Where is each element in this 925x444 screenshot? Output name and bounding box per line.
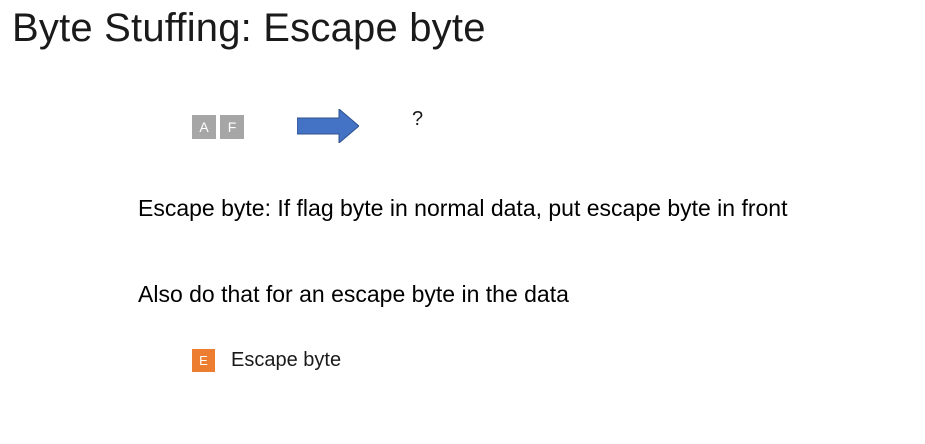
legend-label: Escape byte <box>231 349 342 371</box>
data-byte: F <box>220 115 244 139</box>
paragraph-escape-rule: Escape byte: If flag byte in normal data… <box>138 195 788 221</box>
right-arrow-icon <box>297 109 359 143</box>
slide-title: Byte Stuffing: Escape byte <box>12 6 486 50</box>
escape-byte-swatch: E <box>192 349 215 372</box>
paragraph-escape-escape: Also do that for an escape byte in the d… <box>138 281 569 307</box>
slide: Byte Stuffing: Escape byte A F ? Escape … <box>0 0 925 444</box>
output-placeholder: ? <box>412 108 424 130</box>
input-byte-sequence: A F <box>192 115 244 139</box>
legend: E Escape byte <box>192 349 341 372</box>
data-byte: A <box>192 115 216 139</box>
